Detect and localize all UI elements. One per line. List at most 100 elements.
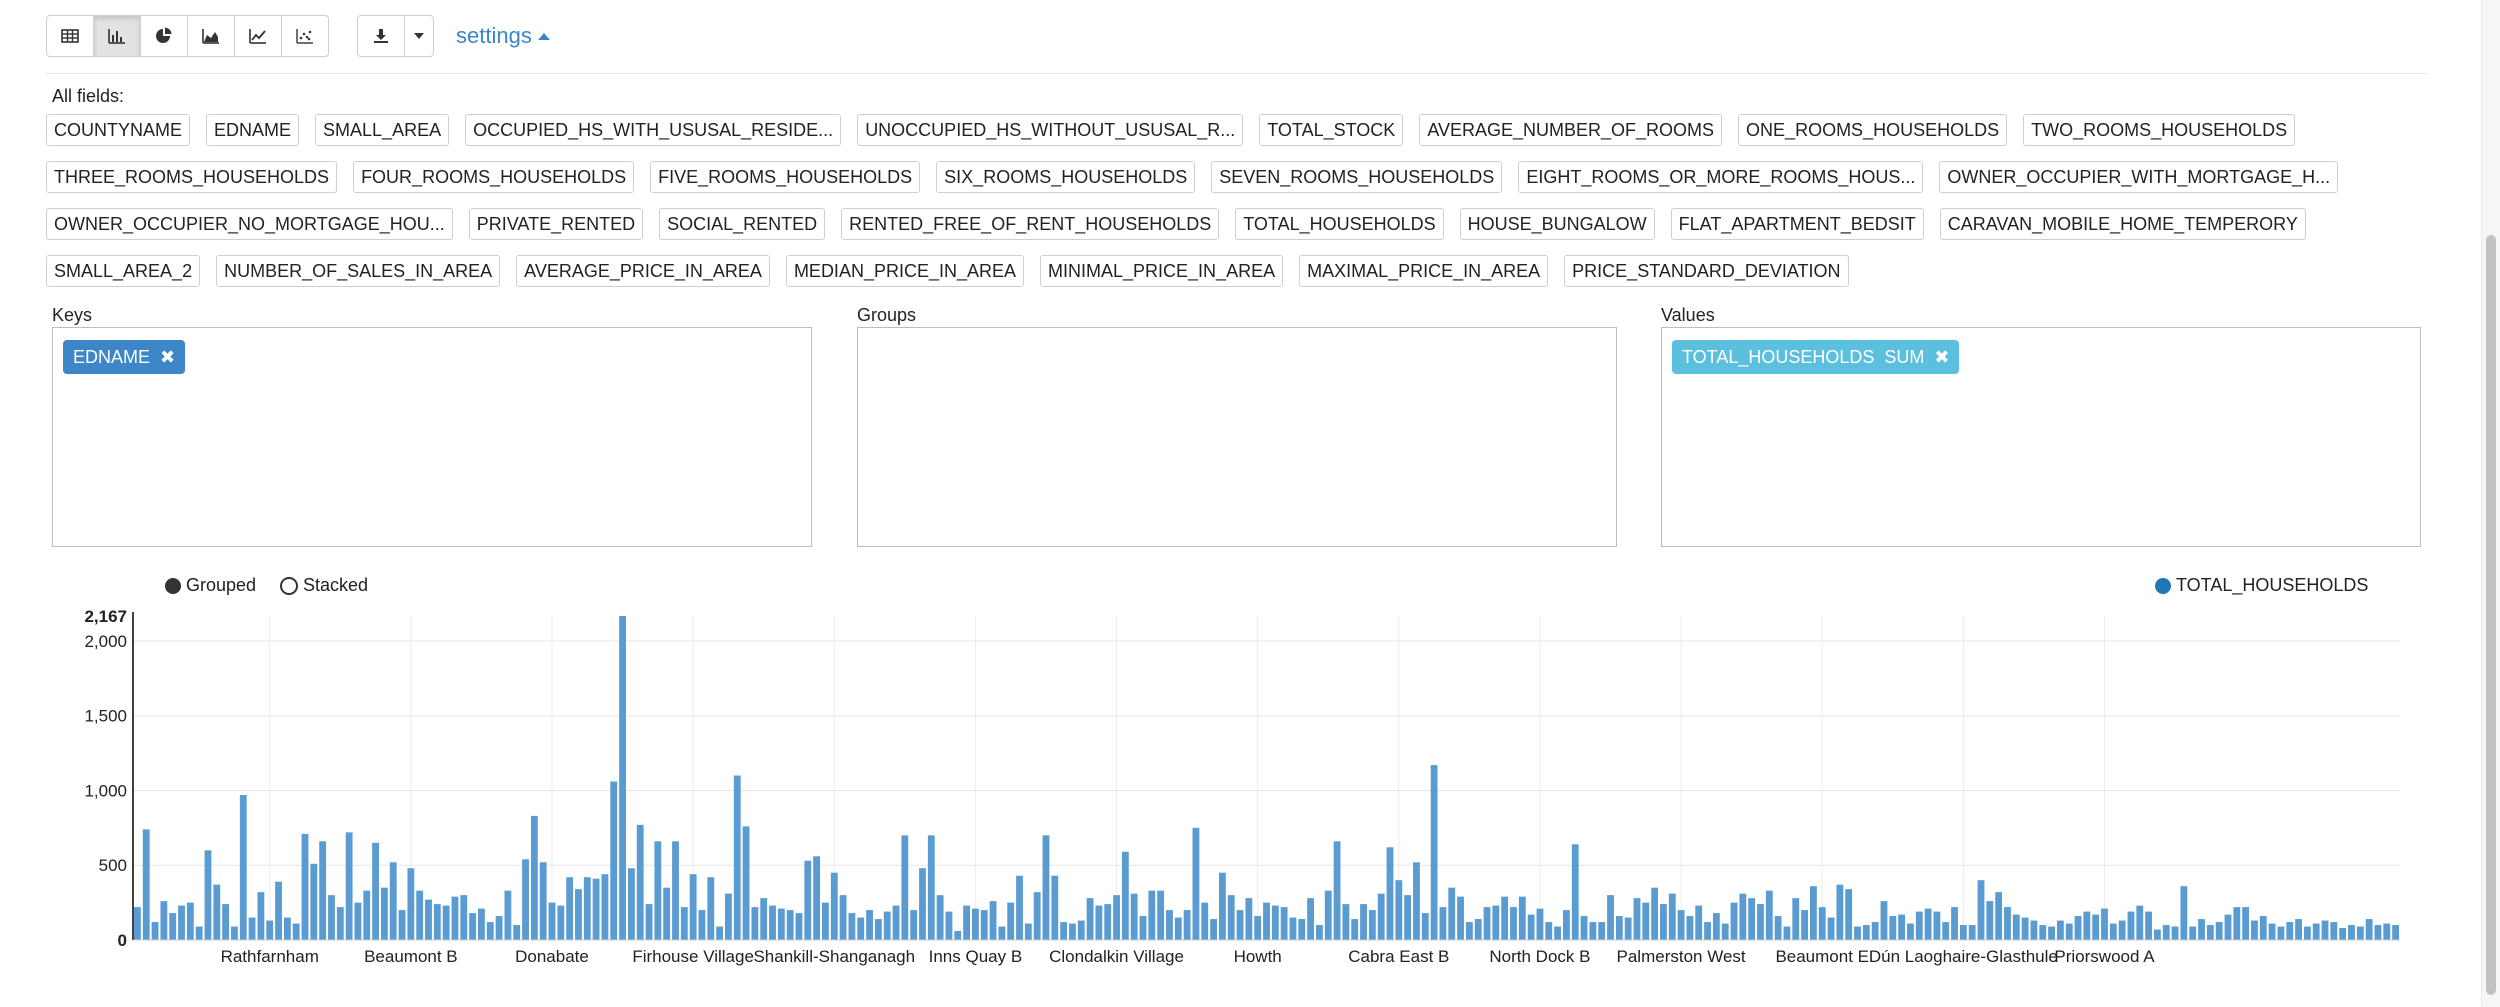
bar (1386, 847, 1394, 940)
field-chip[interactable]: ONE_ROOMS_HOUSEHOLDS (1738, 114, 2008, 146)
field-chip[interactable]: UNOCCUPIED_HS_WITHOUT_USUSAL_R... (857, 114, 1244, 146)
field-chip[interactable]: TOTAL_STOCK (1259, 114, 1404, 146)
bar (451, 896, 459, 940)
bar (1342, 904, 1350, 940)
all-fields-label: All fields: (52, 86, 125, 106)
field-chip[interactable]: SMALL_AREA (315, 114, 450, 146)
scrollbar-thumb[interactable] (2486, 235, 2496, 995)
bar-chart-svg: 0 500 1,000 1,500 2,000 2,167 Rathfarnham Beaum… (84, 607, 2400, 966)
bar (672, 841, 679, 940)
field-chip[interactable]: PRIVATE_RENTED (468, 208, 644, 240)
y-tick-label: 500 (99, 856, 127, 875)
bar (1324, 890, 1332, 940)
field-chip[interactable]: SMALL_AREA_2 (46, 255, 201, 287)
field-chip[interactable]: PRICE_STANDARD_DEVIATION (1564, 255, 1849, 287)
field-chip[interactable]: NUMBER_OF_SALES_IN_AREA (216, 255, 501, 287)
bar (1368, 910, 1376, 940)
bar (1739, 893, 1747, 940)
bar (636, 824, 644, 940)
scatter-chart-view-button[interactable] (281, 15, 329, 57)
bar (195, 926, 203, 940)
bar (751, 907, 759, 940)
bar-chart-view-button[interactable] (93, 15, 141, 57)
field-chip[interactable]: TWO_ROOMS_HOUSEHOLDS (2023, 114, 2296, 146)
line-chart-view-button[interactable] (234, 15, 282, 57)
field-chip[interactable]: MEDIAN_PRICE_IN_AREA (785, 255, 1025, 287)
field-chip[interactable]: OWNER_OCCUPIER_NO_MORTGAGE_HOU... (46, 208, 453, 240)
field-chip[interactable]: EDNAME (206, 114, 300, 146)
bar (1995, 892, 2003, 940)
field-chip[interactable]: MINIMAL_PRICE_IN_AREA (1040, 255, 1284, 287)
pie-chart-view-button[interactable] (140, 15, 188, 57)
field-chip[interactable]: SIX_ROOMS_HOUSEHOLDS (936, 161, 1196, 193)
x-tick-label: Clondalkin Village (1049, 947, 1184, 966)
bar (1959, 925, 1967, 940)
bar (1545, 922, 1553, 940)
bar (892, 905, 900, 940)
bar (1827, 917, 1835, 940)
scrollbar-track[interactable] (2481, 0, 2500, 1007)
field-chip[interactable]: EIGHT_ROOMS_OR_MORE_ROOMS_HOUS... (1518, 161, 1924, 193)
stacked-option[interactable]: Stacked (280, 575, 368, 596)
field-chip[interactable]: CARAVAN_MOBILE_HOME_TEMPERORY (1939, 208, 2306, 240)
bar (1227, 895, 1235, 940)
bar (425, 899, 432, 940)
bar (1898, 914, 1906, 940)
field-chip[interactable]: HOUSE_BUNGALOW (1459, 208, 1655, 240)
bar (495, 916, 503, 940)
field-chip[interactable]: THREE_ROOMS_HOUSEHOLDS (46, 161, 338, 193)
field-chip[interactable]: OWNER_OCCUPIER_WITH_MORTGAGE_H... (1939, 161, 2339, 193)
field-list: COUNTYNAME EDNAME SMALL_AREA OCCUPIED_HS_WI… (46, 114, 2426, 302)
bar (186, 902, 194, 940)
field-chip[interactable]: AVERAGE_NUMBER_OF_ROOMS (1419, 114, 1723, 146)
table-view-button[interactable] (46, 15, 94, 57)
bar (1660, 904, 1667, 940)
bar (760, 898, 768, 940)
bar (1801, 910, 1808, 940)
groups-dropzone[interactable] (857, 327, 1617, 547)
field-chip[interactable]: FLAT_APARTMENT_BEDSIT (1670, 208, 1924, 240)
bar (1360, 904, 1367, 940)
remove-value-icon[interactable]: ✖ (1934, 340, 1949, 374)
x-tick-label: Beaumont B (364, 947, 458, 966)
bar (1527, 914, 1535, 940)
bar (2118, 920, 2126, 940)
field-chip[interactable]: RENTED_FREE_OF_RENT_HOUSEHOLDS (841, 208, 1220, 240)
values-dropzone[interactable]: TOTAL_HOUSEHOLDS SUM ✖ (1661, 327, 2421, 547)
field-chip[interactable]: OCCUPIED_HS_WITH_USUSAL_RESIDE... (465, 114, 842, 146)
bar (1536, 908, 1544, 940)
value-tag-total-households[interactable]: TOTAL_HOUSEHOLDS SUM ✖ (1672, 340, 1960, 374)
bar (1757, 904, 1764, 940)
field-chip[interactable]: MAXIMAL_PRICE_IN_AREA (1299, 255, 1549, 287)
bar (971, 908, 979, 940)
grouped-option[interactable]: Grouped (165, 575, 256, 596)
field-chip[interactable]: COUNTYNAME (46, 114, 191, 146)
bar (2083, 911, 2091, 940)
bar (1439, 907, 1447, 940)
bar (142, 829, 150, 940)
remove-key-icon[interactable]: ✖ (160, 340, 175, 374)
series-legend-item[interactable]: TOTAL_HOUSEHOLDS (2155, 575, 2368, 596)
field-chip[interactable]: AVERAGE_PRICE_IN_AREA (516, 255, 770, 287)
area-chart-view-button[interactable] (187, 15, 235, 57)
bar (2189, 926, 2197, 940)
bar (1589, 922, 1597, 940)
bar (1174, 917, 1182, 940)
download-dropdown-toggle[interactable] (404, 15, 434, 57)
bar (1792, 898, 1800, 940)
bar (575, 889, 582, 940)
bar (619, 616, 626, 940)
bar (2206, 925, 2214, 940)
settings-toggle[interactable]: settings (456, 23, 550, 49)
bar (989, 901, 997, 940)
field-chip[interactable]: FOUR_ROOMS_HOUSEHOLDS (353, 161, 635, 193)
bar (2303, 926, 2311, 940)
keys-dropzone[interactable]: EDNAME ✖ (52, 327, 812, 547)
download-button[interactable] (357, 15, 405, 57)
field-chip[interactable]: SEVEN_ROOMS_HOUSEHOLDS (1211, 161, 1503, 193)
key-tag-edname[interactable]: EDNAME ✖ (63, 340, 186, 374)
field-chip[interactable]: SOCIAL_RENTED (659, 208, 826, 240)
field-chip[interactable]: TOTAL_HOUSEHOLDS (1235, 208, 1444, 240)
field-chip[interactable]: FIVE_ROOMS_HOUSEHOLDS (650, 161, 921, 193)
caret-down-icon (414, 33, 424, 39)
